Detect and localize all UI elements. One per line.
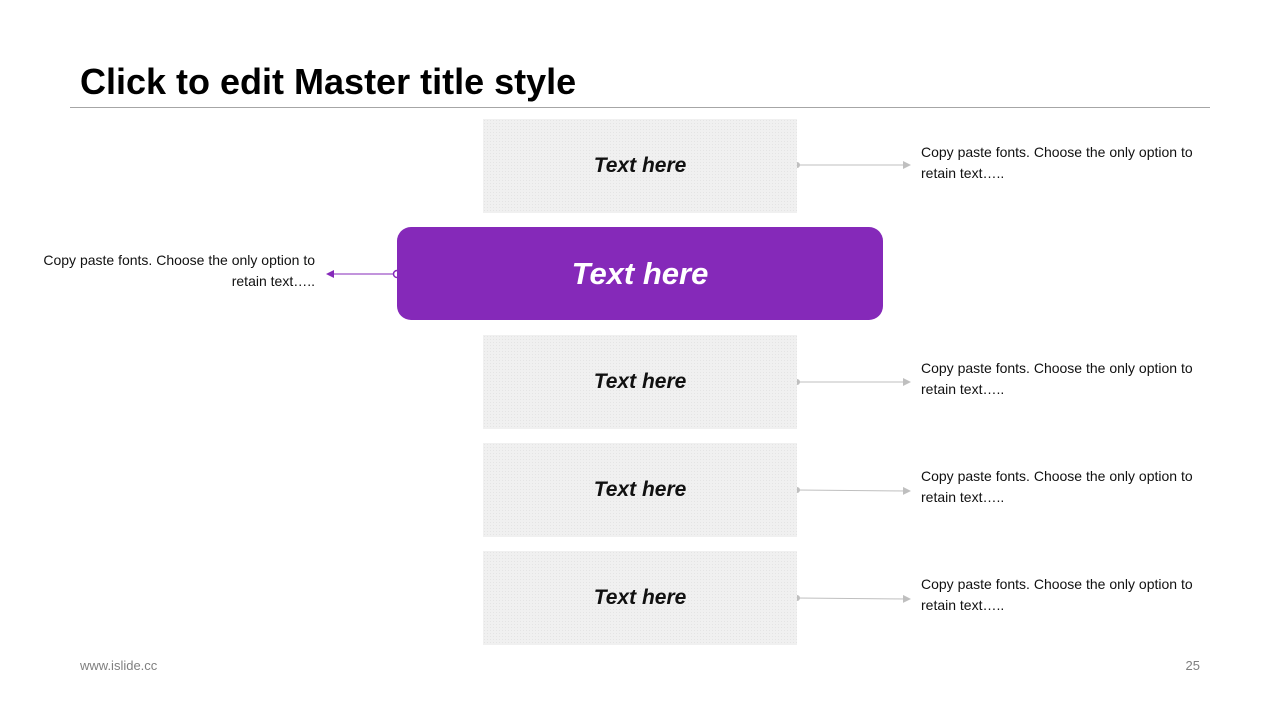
step-box-3[interactable]: Text here xyxy=(483,335,797,429)
step-box-5[interactable]: Text here xyxy=(483,551,797,645)
step-box-2-highlighted[interactable]: Text here xyxy=(397,227,883,320)
step-description-2[interactable]: Copy paste fonts. Choose the only option… xyxy=(40,250,315,292)
step-box-1[interactable]: Text here xyxy=(483,119,797,213)
step-description-4[interactable]: Copy paste fonts. Choose the only option… xyxy=(921,466,1196,508)
step-description-5[interactable]: Copy paste fonts. Choose the only option… xyxy=(921,574,1196,616)
connector-4 xyxy=(794,486,911,495)
slide-title[interactable]: Click to edit Master title style xyxy=(80,60,576,104)
footer-url: www.islide.cc xyxy=(80,658,158,673)
connector-1 xyxy=(794,161,911,169)
step-description-1[interactable]: Copy paste fonts. Choose the only option… xyxy=(921,142,1196,184)
slide: Click to edit Master title style Text he… xyxy=(0,0,1280,720)
title-divider xyxy=(70,107,1210,108)
connector-2 xyxy=(326,269,402,279)
connector-3 xyxy=(794,378,911,386)
page-number: 25 xyxy=(1185,658,1200,673)
step-description-3[interactable]: Copy paste fonts. Choose the only option… xyxy=(921,358,1196,400)
step-box-4[interactable]: Text here xyxy=(483,443,797,537)
connector-5 xyxy=(794,594,911,603)
